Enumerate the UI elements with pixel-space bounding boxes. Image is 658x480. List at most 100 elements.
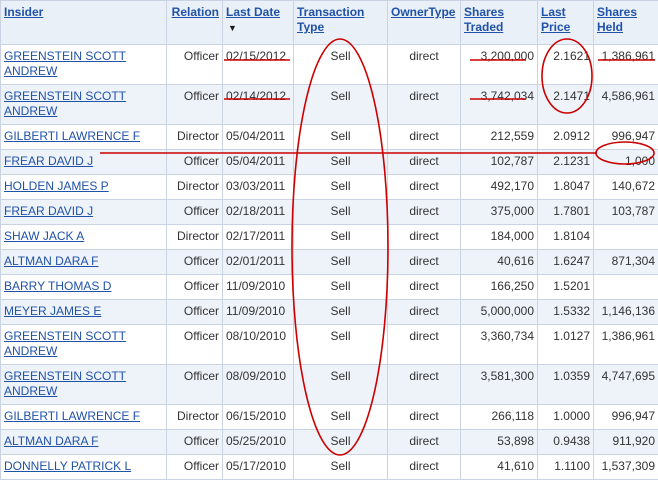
- insider-sort-link[interactable]: Insider: [4, 5, 43, 19]
- owner-type-cell: direct: [388, 275, 461, 300]
- insider-name-link[interactable]: ALTMAN DARA F: [4, 434, 98, 448]
- shares-held-cell: 1,386,961: [594, 325, 658, 365]
- transaction-type-cell: Sell: [330, 89, 350, 103]
- insider-name-link[interactable]: FREAR DAVID J: [4, 154, 93, 168]
- last-price-cell: 1.0359: [553, 369, 590, 383]
- last-price-cell: 1.7801: [538, 200, 594, 225]
- insider-cell[interactable]: MEYER JAMES E: [1, 300, 167, 325]
- table-row: GREENSTEIN SCOTT ANDREWOfficer08/10/2010…: [1, 325, 658, 365]
- shares-traded-cell: 3,581,300: [461, 365, 538, 405]
- relation-cell: Officer: [184, 329, 219, 343]
- owner-type-cell: direct: [409, 369, 438, 383]
- insider-cell[interactable]: HOLDEN JAMES P: [1, 175, 167, 200]
- last-date-sort-link[interactable]: Last Date: [226, 5, 280, 19]
- insider-name-link[interactable]: DONNELLY PATRICK L: [4, 459, 131, 473]
- col-header-insider[interactable]: Insider: [1, 1, 167, 45]
- shares-traded-cell: 184,000: [461, 225, 538, 250]
- table-row: MEYER JAMES EOfficer11/09/2010Selldirect…: [1, 300, 658, 325]
- owner-type-cell: direct: [388, 405, 461, 430]
- last-date-cell: 06/15/2010: [226, 409, 286, 423]
- shares-traded-cell: 492,170: [491, 179, 534, 193]
- insider-cell[interactable]: GREENSTEIN SCOTT ANDREW: [1, 85, 167, 125]
- insider-cell[interactable]: FREAR DAVID J: [1, 200, 167, 225]
- col-header-last-date[interactable]: Last Date▼: [223, 1, 294, 45]
- transaction-type-cell: Sell: [294, 45, 388, 85]
- owner-type-cell: direct: [388, 200, 461, 225]
- insider-name-link[interactable]: GREENSTEIN SCOTT ANDREW: [4, 329, 126, 358]
- insider-name-link[interactable]: HOLDEN JAMES P: [4, 179, 109, 193]
- transaction-type-cell: Sell: [330, 254, 350, 268]
- insider-name-link[interactable]: MEYER JAMES E: [4, 304, 101, 318]
- insider-name-link[interactable]: GREENSTEIN SCOTT ANDREW: [4, 369, 126, 398]
- last-price-cell: 1.1100: [538, 455, 594, 480]
- col-header-last-price[interactable]: Last Price: [538, 1, 594, 45]
- last-date-cell: 05/17/2010: [226, 459, 286, 473]
- col-header-owner-type[interactable]: OwnerType: [388, 1, 461, 45]
- insider-name-link[interactable]: GILBERTI LAWRENCE F: [4, 129, 140, 143]
- insider-name-link[interactable]: BARRY THOMAS D: [4, 279, 111, 293]
- insider-name-link[interactable]: FREAR DAVID J: [4, 204, 93, 218]
- shares-held-cell: 996,947: [594, 405, 658, 430]
- shares-traded-cell: 375,000: [491, 204, 534, 218]
- insider-name-link[interactable]: SHAW JACK A: [4, 229, 84, 243]
- shares-held-cell: 140,672: [594, 175, 658, 200]
- insider-cell[interactable]: BARRY THOMAS D: [1, 275, 167, 300]
- shares-held-sort-link[interactable]: Shares Held: [597, 5, 637, 34]
- shares-traded-cell: 3,360,734: [461, 325, 538, 365]
- last-price-sort-link[interactable]: Last Price: [541, 5, 570, 34]
- owner-type-cell: direct: [409, 179, 438, 193]
- relation-cell: Officer: [184, 434, 219, 448]
- shares-held-cell: 871,304: [612, 254, 655, 268]
- insider-cell[interactable]: GREENSTEIN SCOTT ANDREW: [1, 45, 167, 85]
- relation-cell: Officer: [167, 275, 223, 300]
- last-price-cell: 1.1100: [554, 459, 590, 473]
- insider-name-link[interactable]: GREENSTEIN SCOTT ANDREW: [4, 89, 126, 118]
- insider-transactions-table: Insider Relation Last Date▼ Transaction …: [0, 0, 658, 480]
- shares-held-cell: 1,146,136: [602, 304, 655, 318]
- owner-type-cell: direct: [388, 455, 461, 480]
- shares-traded-sort-link[interactable]: Shares Traded: [464, 5, 504, 34]
- col-header-shares-held[interactable]: Shares Held: [594, 1, 658, 45]
- col-header-relation[interactable]: Relation: [167, 1, 223, 45]
- insider-cell[interactable]: GILBERTI LAWRENCE F: [1, 125, 167, 150]
- transaction-type-cell: Sell: [330, 229, 350, 243]
- insider-cell[interactable]: ALTMAN DARA F: [1, 250, 167, 275]
- shares-traded-cell: 266,118: [461, 405, 538, 430]
- insider-name-link[interactable]: ALTMAN DARA F: [4, 254, 98, 268]
- relation-cell: Officer: [184, 279, 219, 293]
- col-header-transaction-type[interactable]: Transaction Type: [294, 1, 388, 45]
- last-price-cell: 1.0359: [538, 365, 594, 405]
- owner-type-cell: direct: [409, 329, 438, 343]
- last-price-cell: 1.8104: [553, 229, 590, 243]
- insider-cell[interactable]: SHAW JACK A: [1, 225, 167, 250]
- insider-cell[interactable]: GREENSTEIN SCOTT ANDREW: [1, 325, 167, 365]
- col-header-shares-traded[interactable]: Shares Traded: [461, 1, 538, 45]
- insider-cell[interactable]: ALTMAN DARA F: [1, 430, 167, 455]
- insider-cell[interactable]: GREENSTEIN SCOTT ANDREW: [1, 365, 167, 405]
- table-row: GREENSTEIN SCOTT ANDREWOfficer08/09/2010…: [1, 365, 658, 405]
- transaction-type-cell: Sell: [330, 329, 350, 343]
- insider-name-link[interactable]: GREENSTEIN SCOTT ANDREW: [4, 49, 126, 78]
- owner-type-cell: direct: [409, 409, 438, 423]
- last-date-cell: 02/15/2012: [223, 45, 294, 85]
- insider-cell[interactable]: GILBERTI LAWRENCE F: [1, 405, 167, 430]
- last-price-cell: 1.6247: [553, 254, 590, 268]
- shares-held-cell: 1,537,309: [602, 459, 655, 473]
- relation-cell: Director: [167, 225, 223, 250]
- owner-type-cell: direct: [388, 45, 461, 85]
- transaction-type-sort-link[interactable]: Transaction Type: [297, 5, 364, 34]
- shares-traded-cell: 41,610: [497, 459, 534, 473]
- last-price-cell: 2.1621: [538, 45, 594, 85]
- insider-cell[interactable]: DONNELLY PATRICK L: [1, 455, 167, 480]
- owner-type-cell: direct: [409, 154, 438, 168]
- insider-cell[interactable]: FREAR DAVID J: [1, 150, 167, 175]
- insider-name-link[interactable]: GILBERTI LAWRENCE F: [4, 409, 140, 423]
- transaction-type-cell: Sell: [330, 304, 350, 318]
- last-price-cell: 1.8047: [553, 179, 590, 193]
- owner-type-cell: direct: [388, 365, 461, 405]
- owner-type-sort-link[interactable]: OwnerType: [391, 5, 455, 19]
- relation-sort-link[interactable]: Relation: [172, 5, 219, 19]
- table-row: ALTMAN DARA FOfficer05/25/2010Selldirect…: [1, 430, 658, 455]
- transaction-type-cell: Sell: [330, 154, 350, 168]
- last-date-cell: 02/01/2011: [226, 254, 285, 268]
